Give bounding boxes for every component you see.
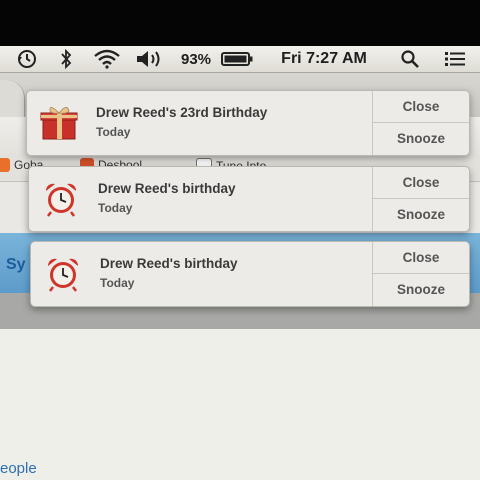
close-button[interactable]: Close [373, 167, 469, 199]
menubar-clock[interactable]: Fri 7:27 AM [268, 48, 380, 70]
notification-banner[interactable]: Drew Reed's 23rd Birthday Today Close Sn… [26, 90, 470, 156]
notification-actions: Close Snooze [372, 91, 469, 155]
notification-title: Drew Reed's 23rd Birthday [96, 105, 268, 120]
notification-subtitle: Today [98, 201, 133, 215]
alarm-clock-icon [41, 181, 81, 217]
close-button[interactable]: Close [373, 242, 469, 274]
notification-banner[interactable]: Drew Reed's birthday Today Close Snooze [30, 241, 470, 307]
snooze-button[interactable]: Snooze [373, 274, 469, 305]
notification-subtitle: Today [100, 276, 135, 290]
notification-center-icon[interactable] [442, 48, 468, 70]
notification-actions: Close Snooze [372, 167, 469, 231]
close-button[interactable]: Close [373, 91, 469, 123]
wifi-icon[interactable] [92, 48, 122, 70]
gift-icon [39, 105, 79, 141]
page-content [0, 329, 480, 480]
people-link[interactable]: eople [0, 460, 37, 477]
screen-bezel [0, 0, 480, 46]
volume-icon[interactable] [134, 48, 166, 70]
snooze-button[interactable]: Snooze [373, 123, 469, 154]
alarm-clock-icon [43, 256, 83, 292]
spotlight-search-icon[interactable] [398, 48, 422, 70]
notification-title: Drew Reed's birthday [100, 256, 238, 271]
notification-actions: Close Snooze [372, 242, 469, 306]
battery-percent: 93% [180, 50, 212, 68]
notification-banner[interactable]: Drew Reed's birthday Today Close Snooze [28, 166, 470, 232]
notification-title: Drew Reed's birthday [98, 181, 236, 196]
notification-subtitle: Today [96, 125, 131, 139]
menu-bar: 93% Fri 7:27 AM [0, 46, 480, 73]
time-machine-icon[interactable] [14, 48, 40, 70]
banner-text: Sy [6, 256, 26, 273]
snooze-button[interactable]: Snooze [373, 199, 469, 230]
bluetooth-icon[interactable] [56, 48, 76, 70]
blogger-icon [0, 158, 10, 172]
battery-icon[interactable] [220, 48, 254, 70]
